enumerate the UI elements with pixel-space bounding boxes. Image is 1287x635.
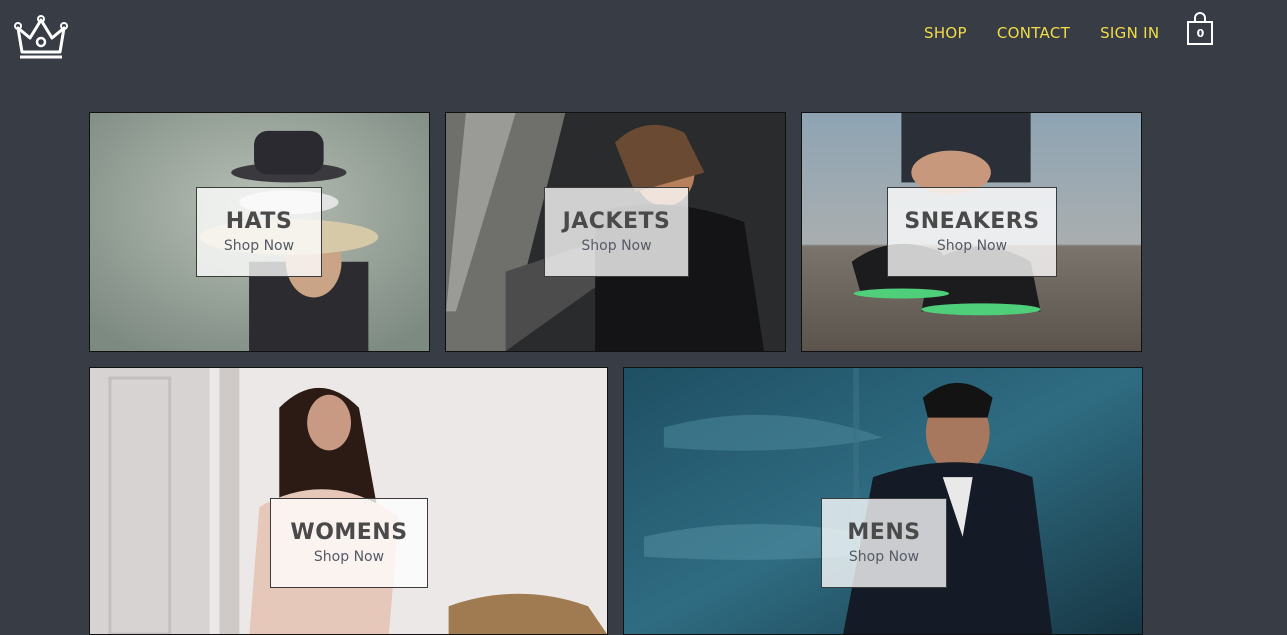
- category-tile-sneakers[interactable]: SNEAKERS Shop Now: [801, 112, 1142, 352]
- shopping-bag-icon[interactable]: 0: [1186, 12, 1214, 46]
- womens-shop-now[interactable]: Shop Now: [314, 548, 384, 566]
- header: SHOP CONTACT SIGN IN 0: [0, 0, 1287, 80]
- nav-contact-link[interactable]: CONTACT: [997, 23, 1070, 43]
- cart-count: 0: [1196, 27, 1205, 40]
- jackets-label: JACKETS Shop Now: [544, 187, 689, 277]
- mens-title: MENS: [847, 520, 921, 545]
- jackets-title: JACKETS: [562, 209, 671, 234]
- category-tile-womens[interactable]: WOMENS Shop Now: [89, 367, 608, 635]
- main-nav: SHOP CONTACT SIGN IN 0: [924, 12, 1214, 46]
- crown-logo-icon[interactable]: [14, 14, 68, 60]
- mens-label: MENS Shop Now: [821, 498, 947, 588]
- sneakers-title: SNEAKERS: [904, 209, 1040, 234]
- category-tile-mens[interactable]: MENS Shop Now: [623, 367, 1143, 635]
- jackets-shop-now[interactable]: Shop Now: [581, 237, 651, 255]
- category-tile-hats[interactable]: HATS Shop Now: [89, 112, 430, 352]
- nav-signin-link[interactable]: SIGN IN: [1100, 23, 1159, 43]
- nav-shop-link[interactable]: SHOP: [924, 23, 967, 43]
- hats-shop-now[interactable]: Shop Now: [224, 237, 294, 255]
- mens-shop-now[interactable]: Shop Now: [849, 548, 919, 566]
- womens-label: WOMENS Shop Now: [270, 498, 428, 588]
- sneakers-label: SNEAKERS Shop Now: [887, 187, 1057, 277]
- hats-label: HATS Shop Now: [196, 187, 322, 277]
- hats-title: HATS: [225, 209, 293, 234]
- womens-title: WOMENS: [290, 520, 408, 545]
- category-tile-jackets[interactable]: JACKETS Shop Now: [445, 112, 786, 352]
- sneakers-shop-now[interactable]: Shop Now: [937, 237, 1007, 255]
